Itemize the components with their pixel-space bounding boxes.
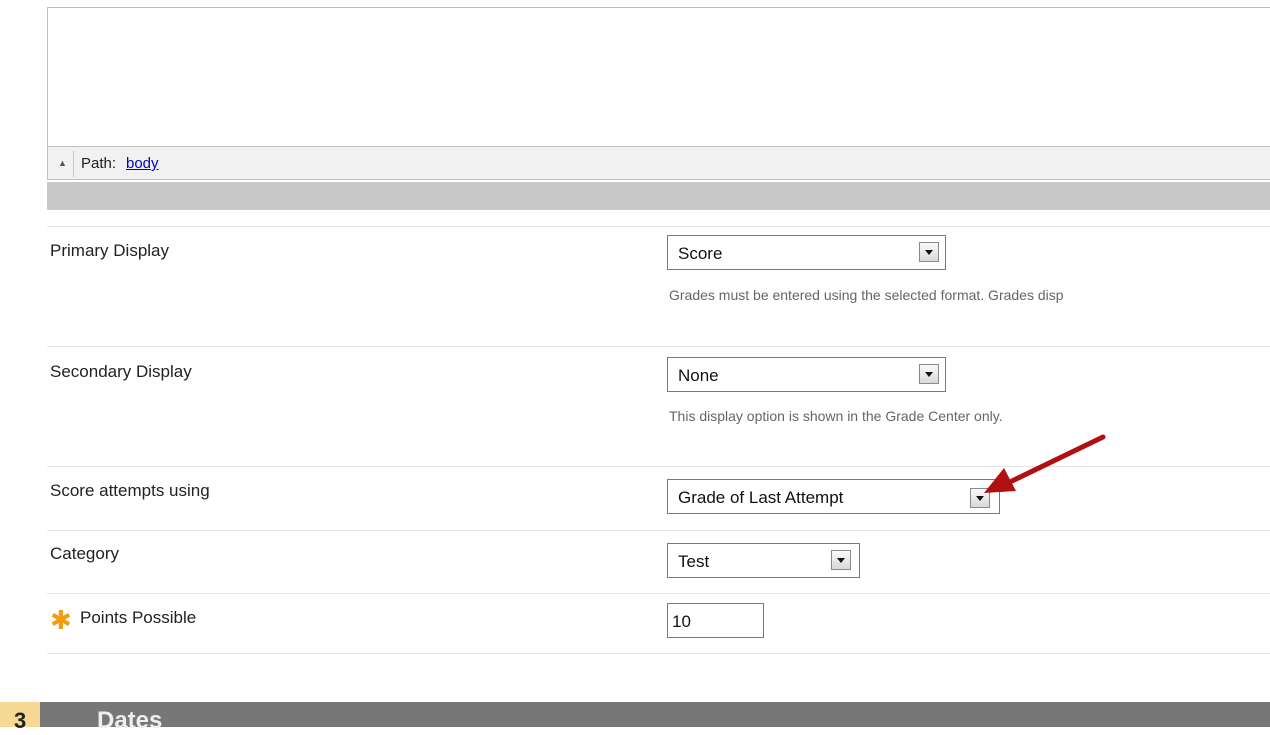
section-title: Dates — [97, 707, 163, 734]
section-number-badge: 3 — [0, 702, 40, 733]
section-header-bar — [0, 702, 1270, 727]
section-number: 3 — [14, 708, 27, 733]
annotation-arrow-icon — [984, 434, 1106, 493]
